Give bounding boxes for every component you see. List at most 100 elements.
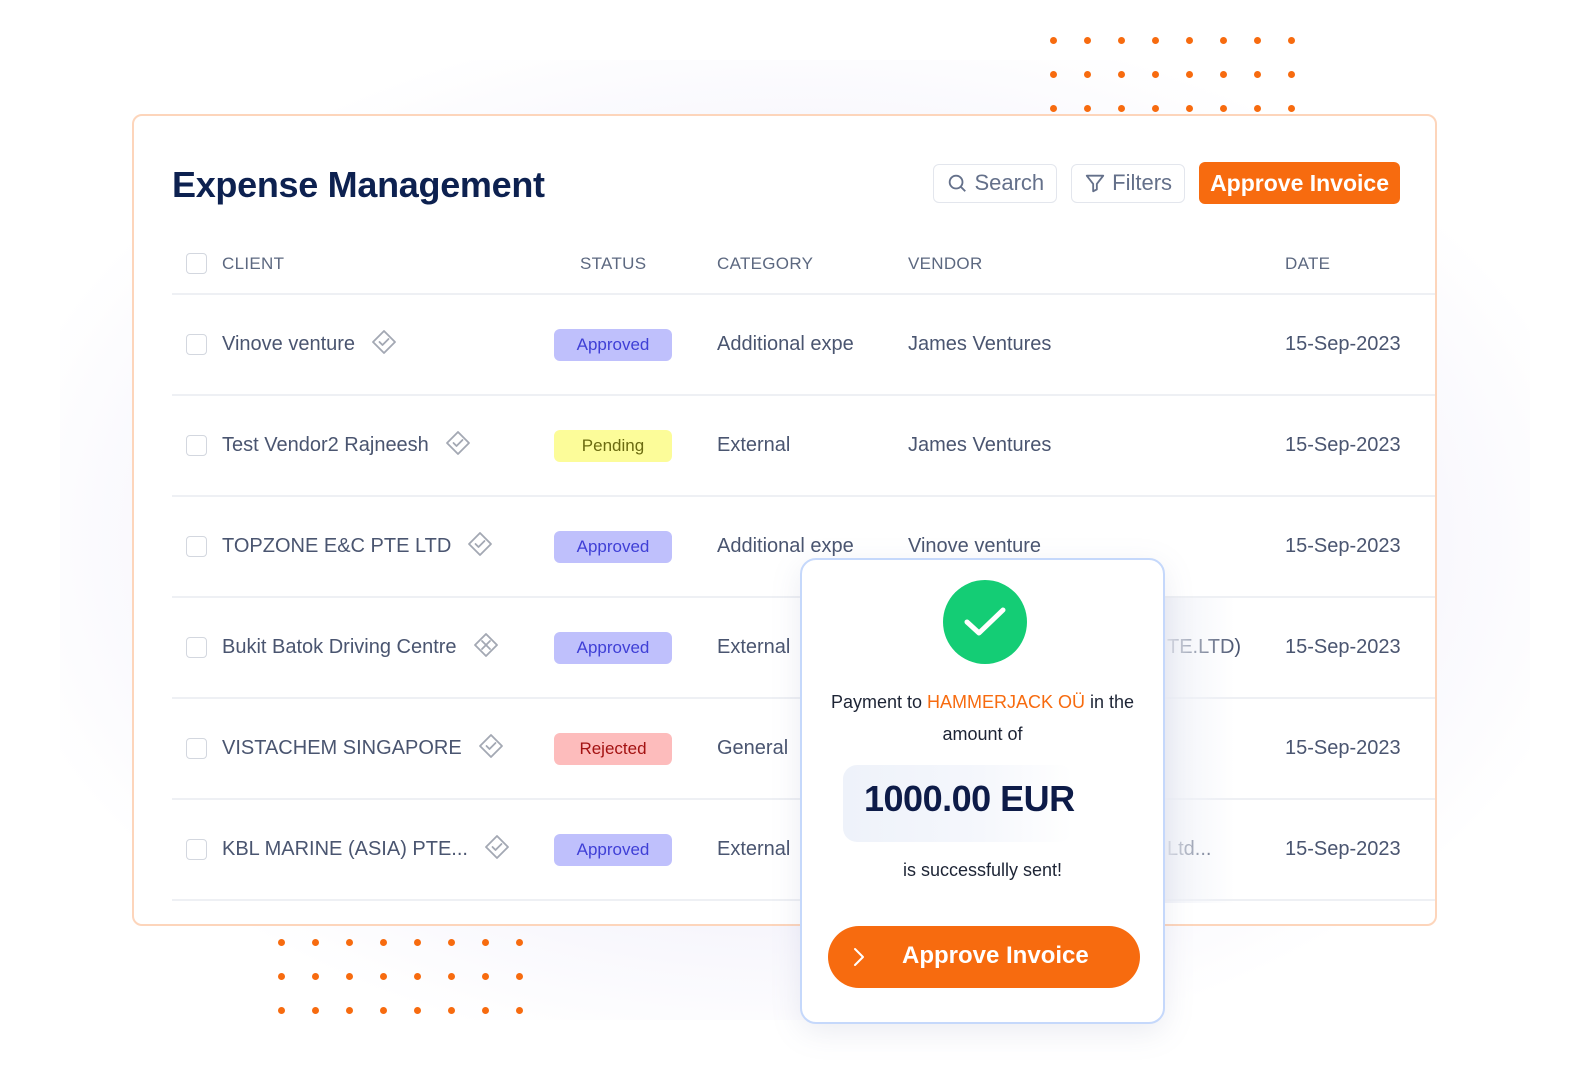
decorative-dot bbox=[1186, 71, 1193, 78]
verified-check-icon bbox=[467, 531, 493, 563]
payment-message: Payment to HAMMERJACK OÜ in the amount o… bbox=[802, 686, 1163, 750]
decorative-dot bbox=[414, 973, 421, 980]
payment-amount: 1000.00 EUR bbox=[864, 778, 1075, 819]
category-cell: External bbox=[717, 838, 791, 860]
decorative-dot bbox=[448, 939, 455, 946]
column-header-vendor[interactable]: VENDOR bbox=[908, 254, 983, 274]
decorative-dot bbox=[312, 973, 319, 980]
popup-approve-invoice-button[interactable]: Approve Invoice bbox=[828, 926, 1140, 988]
decorative-dot bbox=[346, 1007, 353, 1014]
decorative-dot bbox=[1118, 71, 1125, 78]
decorative-dot bbox=[380, 939, 387, 946]
filters-label: Filters bbox=[1112, 170, 1173, 195]
row-checkbox[interactable] bbox=[186, 435, 207, 456]
decorative-dot bbox=[1050, 105, 1057, 112]
decorative-dot bbox=[1288, 105, 1295, 112]
popup-shadow bbox=[1165, 598, 1235, 903]
decorative-dot bbox=[1084, 105, 1091, 112]
decorative-dot bbox=[312, 939, 319, 946]
column-header-status[interactable]: STATUS bbox=[580, 254, 646, 274]
search-button[interactable]: Search bbox=[933, 163, 1058, 203]
decorative-dot bbox=[346, 939, 353, 946]
client-cell: Bukit Batok Driving Centre bbox=[222, 632, 499, 664]
verified-check-icon bbox=[445, 430, 471, 462]
success-check-icon bbox=[943, 580, 1027, 664]
expense-management-card: Expense Management Search Filters Approv… bbox=[132, 114, 1437, 926]
client-cell: Vinove venture bbox=[222, 329, 397, 361]
client-name: KBL MARINE (ASIA) PTE... bbox=[222, 838, 468, 860]
decorative-dot bbox=[346, 973, 353, 980]
decorative-dot bbox=[1118, 105, 1125, 112]
date-cell: 15-Sep-2023 bbox=[1285, 434, 1401, 456]
date-cell: 15-Sep-2023 bbox=[1285, 737, 1401, 759]
decorative-dot bbox=[1254, 71, 1261, 78]
status-cell: Approved bbox=[554, 631, 672, 664]
decorative-dot bbox=[1288, 37, 1295, 44]
decorative-dot bbox=[516, 973, 523, 980]
vendor-cell: James Ventures bbox=[908, 333, 1052, 355]
verified-check-icon bbox=[484, 834, 510, 866]
decorative-dot bbox=[414, 939, 421, 946]
decorative-dot bbox=[414, 1007, 421, 1014]
client-name: VISTACHEM SINGAPORE bbox=[222, 737, 462, 759]
decorative-dot bbox=[312, 1007, 319, 1014]
row-checkbox[interactable] bbox=[186, 637, 207, 658]
status-cell: Approved bbox=[554, 833, 672, 866]
decorative-dot bbox=[1084, 37, 1091, 44]
decorative-dot bbox=[380, 1007, 387, 1014]
row-checkbox[interactable] bbox=[186, 738, 207, 759]
decorative-dot bbox=[516, 939, 523, 946]
filter-icon bbox=[1086, 174, 1105, 193]
decorative-dot bbox=[1186, 37, 1193, 44]
client-name: Bukit Batok Driving Centre bbox=[222, 636, 457, 658]
decorative-dot bbox=[482, 973, 489, 980]
decorative-dot bbox=[278, 1007, 285, 1014]
decorative-dot bbox=[1050, 71, 1057, 78]
row-checkbox[interactable] bbox=[186, 536, 207, 557]
category-cell: External bbox=[717, 636, 791, 658]
status-cell: Approved bbox=[554, 328, 672, 361]
select-all-checkbox[interactable] bbox=[186, 253, 207, 274]
date-cell: 15-Sep-2023 bbox=[1285, 535, 1401, 557]
decorative-dot bbox=[1220, 105, 1227, 112]
date-cell: 15-Sep-2023 bbox=[1285, 838, 1401, 860]
chevron-right-icon bbox=[854, 948, 864, 966]
decorative-dot bbox=[1254, 105, 1261, 112]
verified-check-icon bbox=[478, 733, 504, 765]
client-cell: Test Vendor2 Rajneesh bbox=[222, 430, 471, 462]
decorative-dot bbox=[482, 1007, 489, 1014]
vendor-cell: James Ventures bbox=[908, 434, 1052, 456]
sent-message: is successfully sent! bbox=[902, 860, 1063, 880]
column-header-client[interactable]: CLIENT bbox=[222, 254, 284, 274]
toolbar: Search Filters Approve Invoice bbox=[933, 162, 1400, 204]
status-cell: Rejected bbox=[554, 732, 672, 765]
vendor-cell: Vinove venture bbox=[908, 535, 1042, 557]
payment-success-popup: Payment to HAMMERJACK OÜ in the amount o… bbox=[800, 558, 1165, 1024]
status-badge: Approved bbox=[554, 328, 672, 361]
filters-button[interactable]: Filters bbox=[1071, 163, 1186, 203]
message-prefix: Payment to bbox=[830, 692, 927, 712]
table-row[interactable]: Test Vendor2 Rajneesh Pending External J… bbox=[172, 396, 1435, 497]
category-cell: Additional expe bbox=[717, 535, 854, 557]
page-title: Expense Management bbox=[172, 164, 545, 205]
status-badge: Approved bbox=[554, 631, 672, 664]
decorative-dot bbox=[278, 973, 285, 980]
decorative-dot bbox=[1152, 71, 1159, 78]
decorative-dot bbox=[448, 973, 455, 980]
status-cell: Approved bbox=[554, 530, 672, 563]
client-cell: KBL MARINE (ASIA) PTE... bbox=[222, 834, 510, 866]
client-cell: TOPZONE E&C PTE LTD bbox=[222, 531, 493, 563]
row-checkbox[interactable] bbox=[186, 839, 207, 860]
column-header-category[interactable]: CATEGORY bbox=[717, 254, 813, 274]
date-cell: 15-Sep-2023 bbox=[1285, 333, 1401, 355]
table-row[interactable]: Vinove venture Approved Additional expe … bbox=[172, 295, 1435, 396]
row-checkbox[interactable] bbox=[186, 334, 207, 355]
client-name: TOPZONE E&C PTE LTD bbox=[222, 535, 452, 557]
column-header-date[interactable]: DATE bbox=[1285, 254, 1330, 274]
approve-invoice-button[interactable]: Approve Invoice bbox=[1199, 162, 1400, 204]
client-cell: VISTACHEM SINGAPORE bbox=[222, 733, 504, 765]
status-cell: Pending bbox=[554, 429, 672, 462]
popup-button-label: Approve Invoice bbox=[902, 942, 1089, 969]
decorative-dots-bottom bbox=[278, 939, 550, 1041]
decorative-dot bbox=[1152, 37, 1159, 44]
